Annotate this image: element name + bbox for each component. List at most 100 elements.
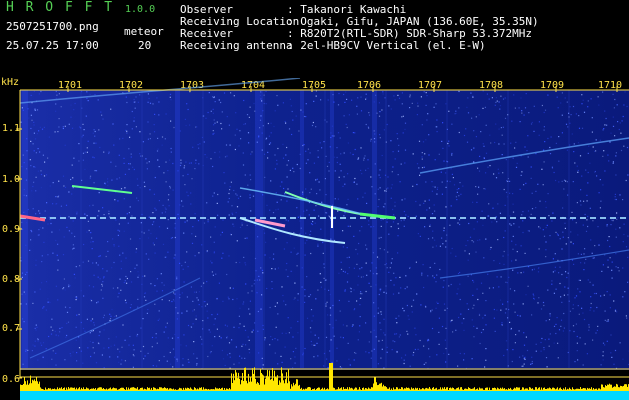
noise-dot xyxy=(129,206,131,208)
noise-dot xyxy=(354,148,356,151)
noise-dot xyxy=(346,281,349,283)
noise-dot xyxy=(580,204,582,206)
noise-dot xyxy=(210,236,212,238)
noise-dot xyxy=(317,156,319,158)
noise-dot xyxy=(154,176,156,179)
noise-dot xyxy=(112,287,114,289)
noise-dot xyxy=(222,358,225,360)
noise-dot xyxy=(353,267,355,269)
noise-dot xyxy=(46,202,48,204)
signal-bar xyxy=(470,388,471,391)
noise-dot xyxy=(604,310,606,312)
signal-bar xyxy=(345,388,346,391)
noise-dot xyxy=(107,181,109,183)
noise-dot xyxy=(99,278,101,280)
noise-dot xyxy=(223,92,226,94)
signal-bar xyxy=(430,388,431,391)
signal-bar xyxy=(298,385,299,391)
noise-dot xyxy=(611,277,613,279)
noise-dot xyxy=(547,137,549,140)
noise-dot xyxy=(618,270,620,272)
noise-dot xyxy=(398,336,400,338)
noise-dot xyxy=(513,94,515,96)
noise-dot xyxy=(212,130,214,132)
noise-dot xyxy=(565,243,567,245)
noise-dot xyxy=(281,361,283,363)
noise-dot xyxy=(404,162,406,164)
noise-dot xyxy=(113,244,115,246)
signal-bar xyxy=(176,389,177,391)
noise-dot xyxy=(537,183,539,185)
noise-dot xyxy=(51,318,53,320)
noise-dot xyxy=(81,136,83,138)
signal-bar xyxy=(235,370,236,391)
noise-dot xyxy=(432,275,434,277)
noise-dot xyxy=(40,342,42,344)
noise-dot xyxy=(601,270,603,272)
noise-dot xyxy=(415,215,417,217)
signal-bar xyxy=(165,387,166,391)
noise-dot xyxy=(606,291,608,293)
noise-dot xyxy=(591,131,593,133)
noise-dot xyxy=(581,307,583,309)
noise-dot xyxy=(538,226,540,228)
noise-dot xyxy=(533,298,535,300)
noise-dot xyxy=(158,310,160,312)
noise-dot xyxy=(311,124,314,127)
signal-bar xyxy=(511,389,512,391)
noise-dot xyxy=(287,160,290,162)
noise-dot xyxy=(293,171,295,173)
noise-dot xyxy=(364,192,366,194)
noise-dot xyxy=(239,261,241,264)
noise-dot xyxy=(182,205,184,207)
signal-bar xyxy=(56,389,57,391)
noise-dot xyxy=(344,290,346,292)
noise-dot xyxy=(554,270,556,272)
noise-dot xyxy=(70,178,72,181)
signal-bar xyxy=(424,389,425,391)
noise-dot xyxy=(122,324,124,326)
noise-dot xyxy=(505,340,508,342)
noise-dot xyxy=(488,203,490,205)
noise-dot xyxy=(231,212,233,214)
noise-dot xyxy=(406,304,408,307)
noise-dot xyxy=(128,163,130,165)
noise-dot xyxy=(625,179,627,182)
noise-dot xyxy=(379,290,381,292)
noise-dot xyxy=(213,323,215,326)
noise-dot xyxy=(531,360,533,363)
signal-bar xyxy=(264,384,265,391)
noise-dot xyxy=(515,334,517,336)
noise-dot xyxy=(562,231,564,233)
noise-dot xyxy=(304,301,306,303)
noise-dot xyxy=(297,293,299,295)
noise-dot xyxy=(409,94,411,96)
noise-dot xyxy=(359,325,361,327)
noise-dot xyxy=(458,316,460,319)
noise-dot xyxy=(360,169,362,171)
noise-dot xyxy=(70,104,72,106)
noise-dot xyxy=(248,142,250,144)
noise-dot xyxy=(627,174,629,176)
noise-dot xyxy=(378,198,380,201)
noise-dot xyxy=(139,187,141,189)
signal-bar xyxy=(534,389,535,391)
noise-dot xyxy=(226,116,228,118)
noise-dot xyxy=(102,281,104,283)
noise-dot xyxy=(541,168,543,170)
noise-dot xyxy=(82,159,84,161)
noise-dot xyxy=(107,184,109,187)
noise-dot xyxy=(35,329,37,331)
noise-dot xyxy=(356,105,358,107)
signal-bar xyxy=(36,377,37,391)
signal-bar xyxy=(171,388,172,391)
noise-dot xyxy=(463,359,465,361)
noise-dot xyxy=(246,237,248,239)
noise-dot xyxy=(566,101,568,103)
noise-dot xyxy=(361,267,363,269)
noise-dot xyxy=(626,105,628,108)
noise-dot xyxy=(336,147,338,149)
noise-dot xyxy=(309,172,311,174)
noise-dot xyxy=(250,153,252,155)
noise-dot xyxy=(522,231,524,234)
